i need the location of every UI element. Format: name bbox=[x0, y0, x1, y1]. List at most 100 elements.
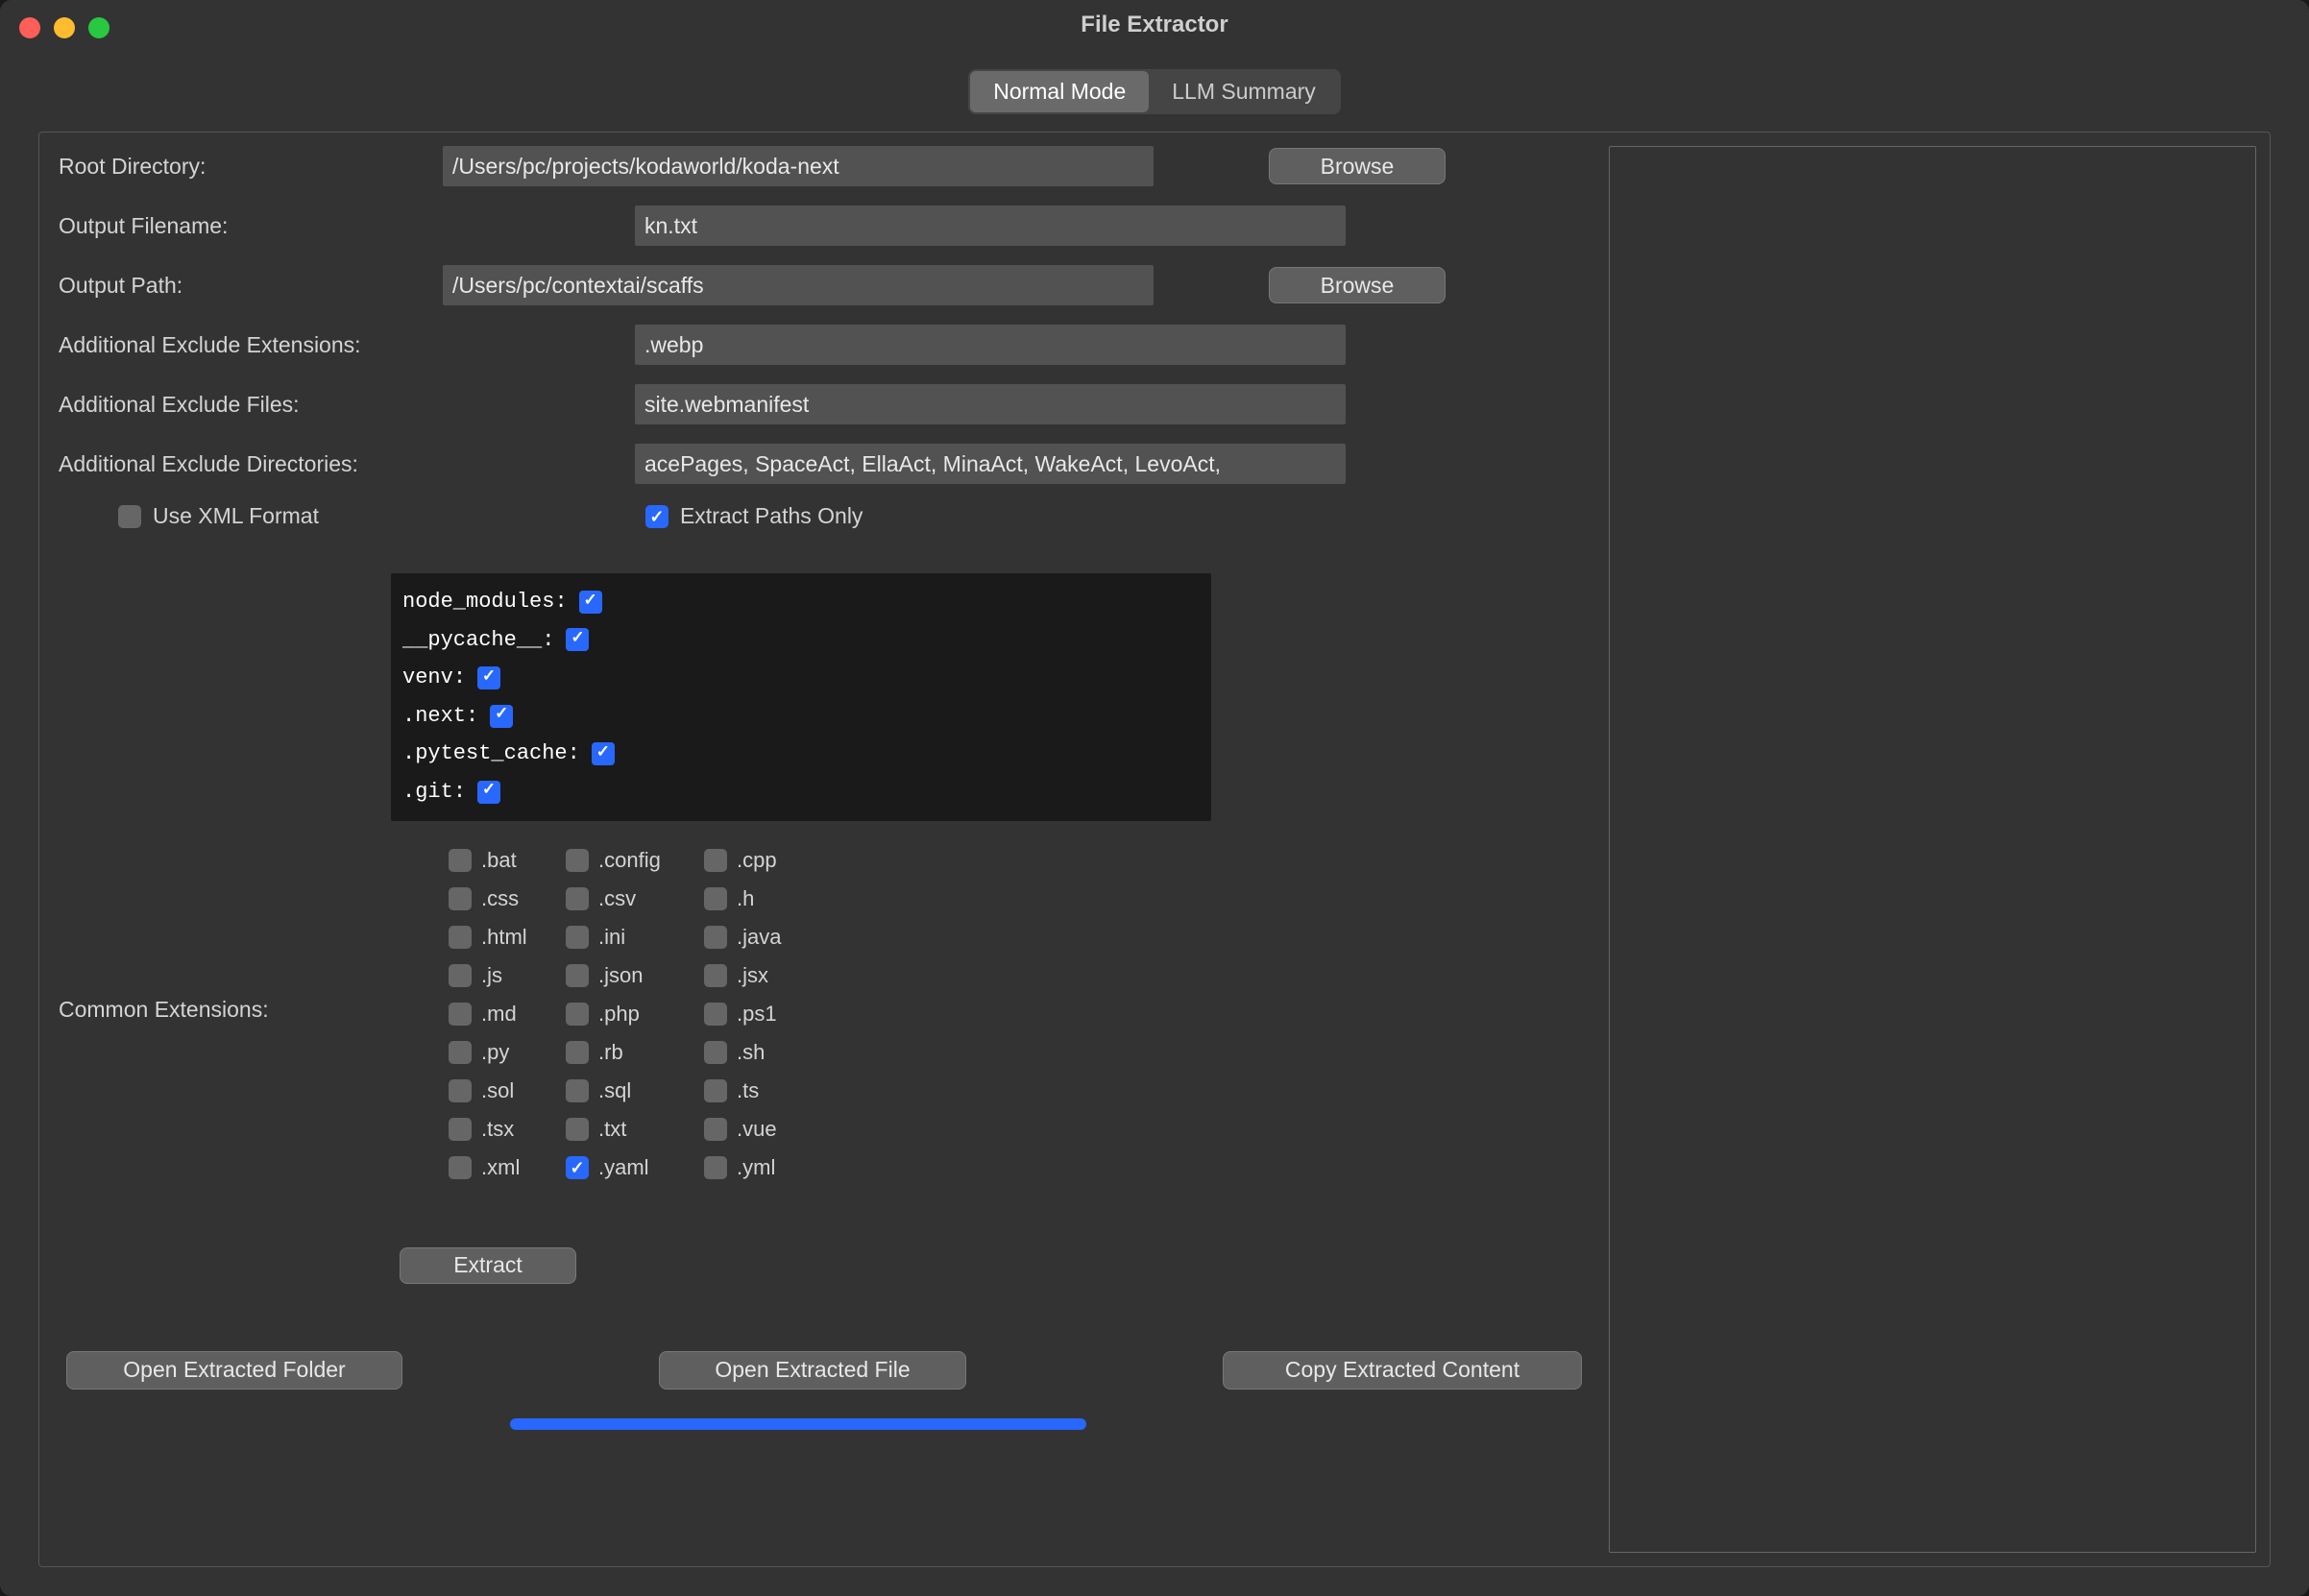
exclude-dirs-label: Additional Exclude Directories: bbox=[59, 451, 635, 477]
browse-root-button[interactable]: Browse bbox=[1269, 148, 1446, 184]
extension-item[interactable]: .json bbox=[566, 963, 704, 988]
extract-button[interactable]: Extract bbox=[400, 1247, 576, 1284]
extension-checkbox[interactable] bbox=[449, 1041, 472, 1064]
dir-exclude-checkbox[interactable] bbox=[566, 628, 589, 651]
extension-checkbox[interactable] bbox=[566, 1118, 589, 1141]
extension-label: .json bbox=[598, 963, 643, 988]
extension-checkbox[interactable] bbox=[704, 926, 727, 949]
extension-item[interactable]: .cpp bbox=[704, 848, 819, 873]
extension-item[interactable]: .bat bbox=[449, 848, 566, 873]
extension-item[interactable]: .html bbox=[449, 925, 566, 950]
extension-checkbox[interactable] bbox=[704, 1079, 727, 1102]
extension-checkbox[interactable] bbox=[704, 849, 727, 872]
dir-exclude-checkbox[interactable] bbox=[592, 742, 615, 765]
extension-checkbox[interactable] bbox=[449, 1079, 472, 1102]
tab-normal-mode[interactable]: Normal Mode bbox=[970, 71, 1149, 112]
common-extensions-label: Common Extensions: bbox=[59, 848, 449, 1023]
dir-exclude-checkbox[interactable] bbox=[477, 666, 500, 689]
extension-item[interactable]: .tsx bbox=[449, 1117, 566, 1142]
extension-label: .css bbox=[481, 886, 519, 911]
extension-item[interactable]: .vue bbox=[704, 1117, 819, 1142]
extension-item[interactable]: .java bbox=[704, 925, 819, 950]
extension-checkbox[interactable] bbox=[566, 887, 589, 910]
extract-paths-only[interactable]: Extract Paths Only bbox=[645, 503, 863, 529]
extension-item[interactable]: .yaml bbox=[566, 1155, 704, 1180]
exclude-ext-row: Additional Exclude Extensions: bbox=[59, 325, 1590, 365]
output-path-input[interactable] bbox=[443, 265, 1154, 305]
extension-checkbox[interactable] bbox=[449, 1003, 472, 1026]
dir-exclude-item: .pytest_cache bbox=[402, 735, 1200, 773]
extension-checkbox[interactable] bbox=[449, 1156, 472, 1179]
output-pane[interactable] bbox=[1609, 146, 2256, 1553]
extension-checkbox[interactable] bbox=[704, 964, 727, 987]
extension-label: .bat bbox=[481, 848, 517, 873]
extension-item[interactable]: .js bbox=[449, 963, 566, 988]
extension-item[interactable]: .ini bbox=[566, 925, 704, 950]
minimize-window-icon[interactable] bbox=[54, 17, 75, 38]
fullscreen-window-icon[interactable] bbox=[88, 17, 109, 38]
extension-item[interactable]: .xml bbox=[449, 1155, 566, 1180]
copy-extracted-content-button[interactable]: Copy Extracted Content bbox=[1223, 1351, 1582, 1390]
extension-checkbox[interactable] bbox=[566, 1156, 589, 1179]
extension-item[interactable]: .sql bbox=[566, 1078, 704, 1103]
extension-checkbox[interactable] bbox=[704, 1118, 727, 1141]
tab-llm-summary[interactable]: LLM Summary bbox=[1149, 71, 1339, 112]
extension-checkbox[interactable] bbox=[449, 926, 472, 949]
use-xml-format[interactable]: Use XML Format bbox=[118, 503, 319, 529]
extension-item[interactable]: .php bbox=[566, 1002, 704, 1027]
extension-item[interactable]: .jsx bbox=[704, 963, 819, 988]
extract-paths-label: Extract Paths Only bbox=[680, 503, 863, 529]
extension-checkbox[interactable] bbox=[449, 849, 472, 872]
open-extracted-file-button[interactable]: Open Extracted File bbox=[659, 1351, 966, 1390]
output-filename-input[interactable] bbox=[635, 206, 1346, 246]
extension-item[interactable]: .csv bbox=[566, 886, 704, 911]
dir-exclude-checkbox[interactable] bbox=[490, 705, 513, 728]
extension-item[interactable]: .css bbox=[449, 886, 566, 911]
close-window-icon[interactable] bbox=[19, 17, 40, 38]
extension-item[interactable]: .h bbox=[704, 886, 819, 911]
exclude-ext-input[interactable] bbox=[635, 325, 1346, 365]
open-extracted-folder-button[interactable]: Open Extracted Folder bbox=[66, 1351, 402, 1390]
extension-item[interactable]: .rb bbox=[566, 1040, 704, 1065]
extension-checkbox[interactable] bbox=[704, 1041, 727, 1064]
extension-checkbox[interactable] bbox=[566, 1041, 589, 1064]
dir-exclude-checkbox[interactable] bbox=[477, 781, 500, 804]
use-xml-checkbox[interactable] bbox=[118, 505, 141, 528]
dir-exclude-item: venv bbox=[402, 659, 1200, 697]
extension-checkbox[interactable] bbox=[704, 887, 727, 910]
dir-exclude-checkbox[interactable] bbox=[579, 591, 602, 614]
dir-exclude-name: .next bbox=[402, 697, 482, 736]
extension-item[interactable]: .md bbox=[449, 1002, 566, 1027]
use-xml-label: Use XML Format bbox=[153, 503, 319, 529]
extension-checkbox[interactable] bbox=[566, 849, 589, 872]
extension-item[interactable]: .yml bbox=[704, 1155, 819, 1180]
extension-checkbox[interactable] bbox=[566, 1079, 589, 1102]
extension-item[interactable]: .sh bbox=[704, 1040, 819, 1065]
extension-item[interactable]: .txt bbox=[566, 1117, 704, 1142]
extension-checkbox[interactable] bbox=[566, 964, 589, 987]
extension-checkbox[interactable] bbox=[566, 926, 589, 949]
extension-label: .rb bbox=[598, 1040, 623, 1065]
root-directory-input[interactable] bbox=[443, 146, 1154, 186]
flags-row: Use XML Format Extract Paths Only bbox=[118, 503, 1590, 548]
extension-label: .ps1 bbox=[737, 1002, 777, 1027]
exclude-files-input[interactable] bbox=[635, 384, 1346, 424]
extension-label: .jsx bbox=[737, 963, 768, 988]
extension-label: .xml bbox=[481, 1155, 520, 1180]
extension-checkbox[interactable] bbox=[449, 964, 472, 987]
extension-checkbox[interactable] bbox=[704, 1003, 727, 1026]
exclude-dirs-input[interactable] bbox=[635, 444, 1346, 484]
extension-item[interactable]: .ps1 bbox=[704, 1002, 819, 1027]
extension-item[interactable]: .sol bbox=[449, 1078, 566, 1103]
extension-checkbox[interactable] bbox=[566, 1003, 589, 1026]
extension-item[interactable]: .config bbox=[566, 848, 704, 873]
extension-checkbox[interactable] bbox=[449, 887, 472, 910]
extension-item[interactable]: .ts bbox=[704, 1078, 819, 1103]
extension-checkbox[interactable] bbox=[704, 1156, 727, 1179]
extension-checkbox[interactable] bbox=[449, 1118, 472, 1141]
extension-item[interactable]: .py bbox=[449, 1040, 566, 1065]
browse-output-button[interactable]: Browse bbox=[1269, 267, 1446, 303]
extract-paths-checkbox[interactable] bbox=[645, 505, 668, 528]
progress-bar bbox=[510, 1418, 1086, 1430]
extensions-grid: .bat .config.cpp .css .csv.h .html.ini.java.… bbox=[449, 848, 819, 1180]
